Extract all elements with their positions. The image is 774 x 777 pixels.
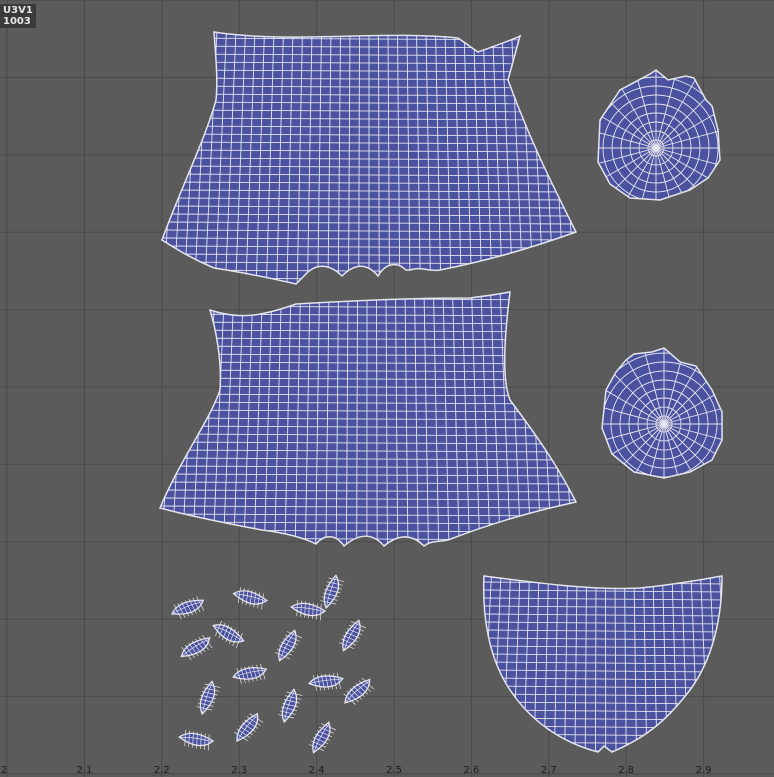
uv-edge: [472, 574, 482, 754]
u-axis-tick-label: 2.3: [231, 765, 248, 776]
uv-edge: [483, 576, 722, 577]
uv-shell-bodice-back[interactable]: [141, 290, 592, 548]
u-axis-tick-label: 2.4: [308, 765, 325, 776]
uv-edge: [162, 32, 576, 33]
uv-edge: [558, 32, 575, 284]
tile-name: U3V1: [3, 5, 33, 16]
uv-shell-petal[interactable]: [209, 619, 246, 650]
uv-shell-petal[interactable]: [307, 719, 338, 756]
uv-edge: [160, 545, 576, 546]
uv-shell-petal[interactable]: [273, 627, 304, 664]
uv-shell-petal[interactable]: [177, 633, 214, 664]
tile-udim: 1003: [3, 16, 31, 27]
uv-edge: [162, 32, 170, 284]
uv-shell-petal[interactable]: [169, 595, 206, 622]
udim-tile-label: U3V1 1003: [0, 4, 36, 28]
uv-shell-petal[interactable]: [337, 617, 368, 654]
uv-edge: [160, 292, 576, 293]
uv-edge: [162, 277, 576, 281]
uv-shell-petal[interactable]: [232, 586, 269, 610]
u-axis-tick-label: 2.9: [695, 765, 712, 776]
uv-shell-petal[interactable]: [195, 679, 222, 716]
uv-shell-petal[interactable]: [290, 599, 327, 621]
uv-edge: [566, 292, 576, 546]
uv-edge: [483, 749, 722, 752]
uv-shell-cup-right-upper[interactable]: [566, 58, 746, 238]
uv-shell-cup-right-lower[interactable]: [574, 334, 754, 514]
u-axis-tick-label: 2.8: [618, 765, 635, 776]
uv-shell-petal-pieces[interactable]: [169, 573, 376, 756]
uv-shell-bodice-front[interactable]: [143, 30, 594, 288]
uv-shells-layer[interactable]: [0, 0, 774, 777]
uv-edge: [143, 30, 160, 286]
uv-shell-petal[interactable]: [178, 729, 215, 751]
u-axis-tick-label: 2.5: [386, 765, 402, 776]
u-axis-tick-label: 2.6: [463, 765, 480, 776]
uv-edge: [141, 290, 158, 548]
uv-edge: [162, 269, 576, 273]
uv-edge: [160, 286, 578, 288]
u-axis-tick-label: 2.2: [153, 765, 170, 776]
uv-edge: [575, 292, 576, 546]
uv-shell-petal[interactable]: [232, 663, 268, 685]
uv-edge: [578, 30, 595, 286]
uv-edge: [568, 32, 576, 284]
uv-shell-petal[interactable]: [307, 672, 344, 692]
uv-edge: [547, 292, 563, 546]
uv-editor-viewport[interactable]: U3V1 1003 2 2.1 2.2 2.3 2.4 2.5 2.6 2.7 2.8 2.9: [0, 0, 774, 777]
u-axis-tick-label: 2: [0, 765, 8, 776]
uv-shell-petal[interactable]: [319, 573, 346, 610]
uv-shell-petal[interactable]: [340, 675, 376, 709]
uv-shell-petal[interactable]: [231, 710, 265, 746]
uv-shell-skirt-panel[interactable]: [472, 574, 729, 754]
uv-edge: [539, 32, 555, 284]
uv-edge: [556, 292, 573, 546]
u-axis-tick-label: 2.1: [76, 765, 93, 776]
uv-edge: [160, 537, 576, 541]
u-axis-tick-label: 2.7: [540, 765, 557, 776]
uv-edge: [549, 32, 565, 284]
uv-shell-petal[interactable]: [277, 687, 304, 724]
